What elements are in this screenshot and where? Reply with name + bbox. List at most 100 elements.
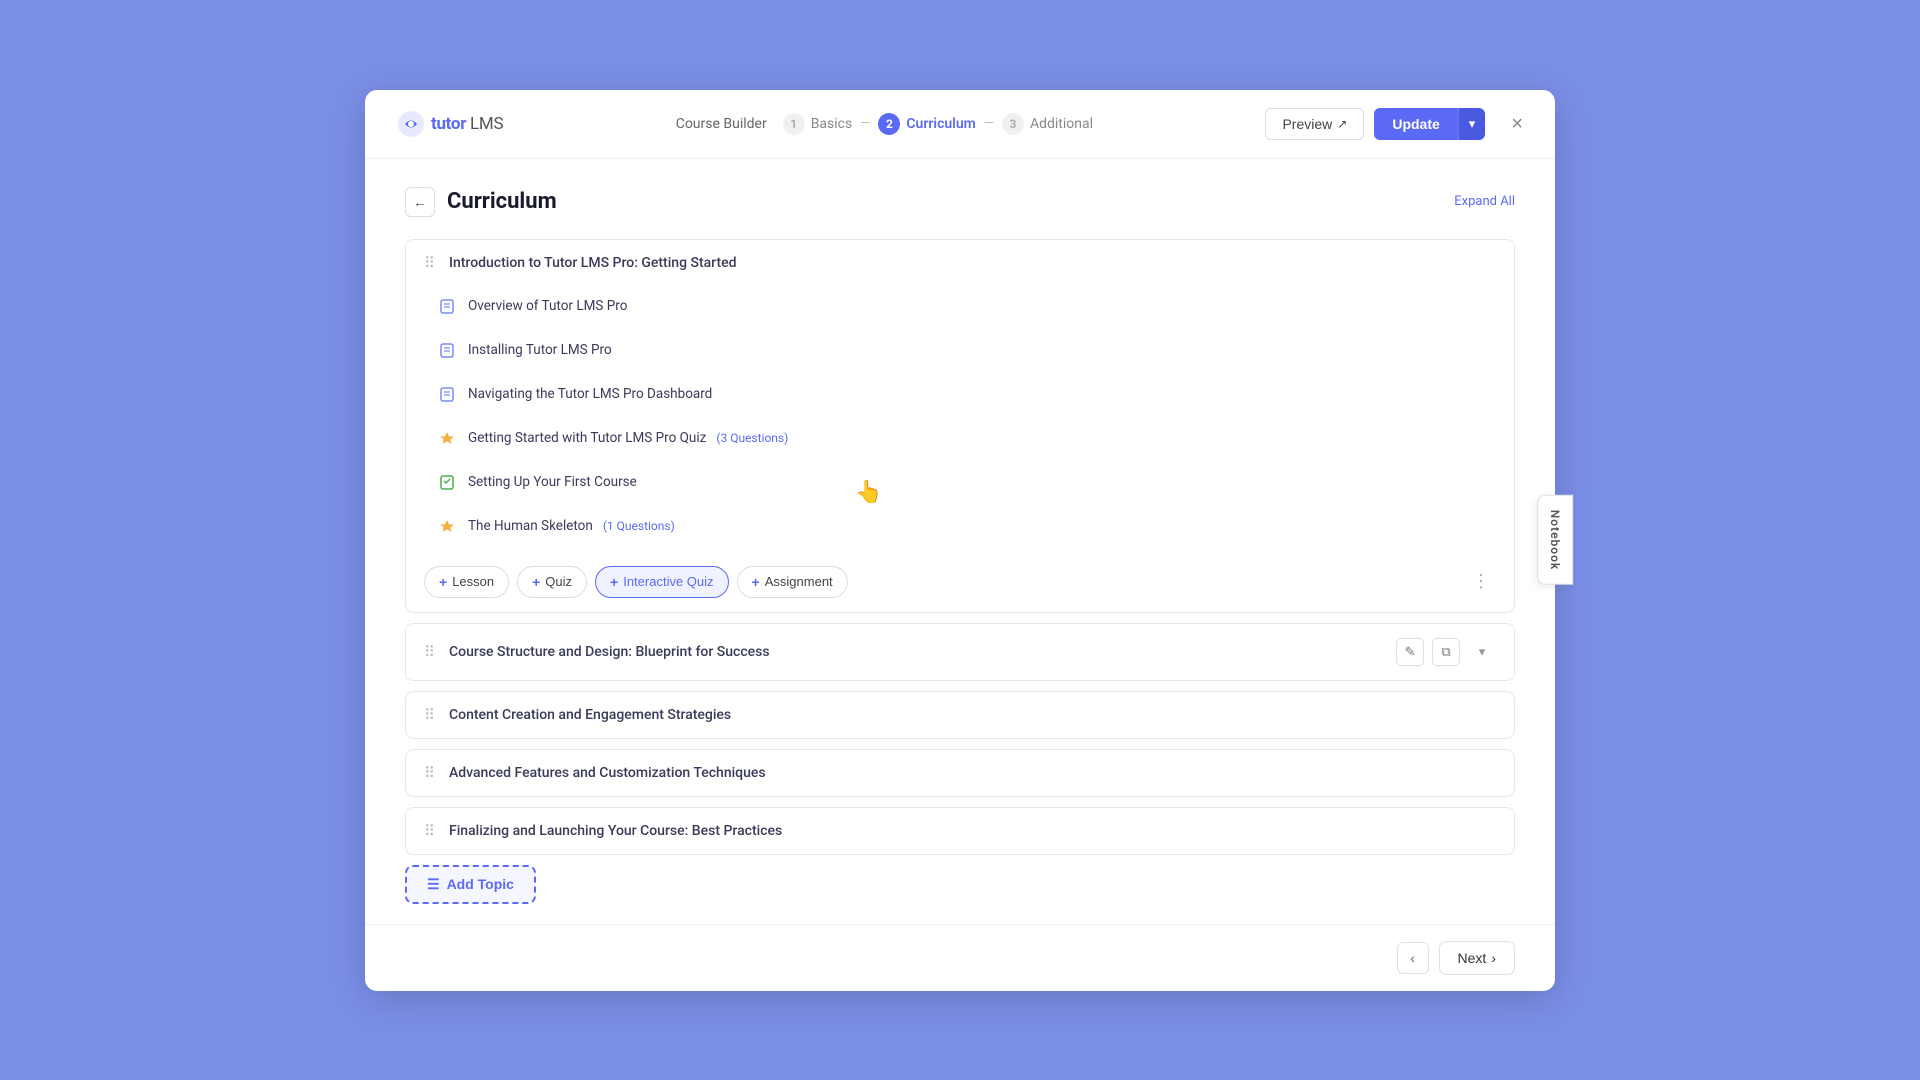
quiz-icon — [436, 515, 458, 537]
plus-icon: + — [532, 574, 540, 590]
step-1-num: 1 — [783, 113, 805, 135]
update-button-group: Update ▾ — [1374, 108, 1485, 140]
page-title: Curriculum — [447, 189, 557, 214]
notebook-tab[interactable]: Notebook — [1537, 495, 1573, 585]
add-lesson-button[interactable]: + Lesson — [424, 566, 509, 598]
modal-body: ← Curriculum Expand All ⠿ Introduction t… — [365, 159, 1555, 924]
topic-header-1[interactable]: ⠿ Introduction to Tutor LMS Pro: Getting… — [406, 240, 1514, 286]
notebook-label: Notebook — [1548, 510, 1562, 570]
topic-section-4: ⠿ Advanced Features and Customization Te… — [405, 749, 1515, 797]
topic-header-5[interactable]: ⠿ Finalizing and Launching Your Course: … — [406, 808, 1514, 854]
add-assignment-button[interactable]: + Assignment — [737, 566, 848, 598]
step-3-num: 3 — [1002, 113, 1024, 135]
previous-button[interactable]: ‹ — [1397, 942, 1429, 974]
drag-handle-2: ⠿ — [424, 643, 435, 661]
list-item[interactable]: The Human Skeleton (1 Questions) — [424, 506, 1496, 546]
logo-text: tutor LMS — [431, 114, 503, 134]
list-item[interactable]: Navigating the Tutor LMS Pro Dashboard — [424, 374, 1496, 414]
back-button[interactable]: ← — [405, 187, 435, 217]
step-3-label: Additional — [1030, 116, 1093, 132]
preview-button[interactable]: Preview ↗ — [1265, 108, 1364, 140]
modal-footer: ‹ Next › — [365, 924, 1555, 991]
add-topic-label: Add Topic — [447, 876, 514, 892]
topic-section-5: ⠿ Finalizing and Launching Your Course: … — [405, 807, 1515, 855]
curriculum-header: ← Curriculum Expand All — [405, 187, 1515, 217]
logo-icon — [397, 110, 425, 138]
copy-topic-button-2[interactable]: ⧉ — [1432, 638, 1460, 666]
topic-section-3: ⠿ Content Creation and Engagement Strate… — [405, 691, 1515, 739]
list-item[interactable]: Getting Started with Tutor LMS Pro Quiz … — [424, 418, 1496, 458]
add-quiz-button[interactable]: + Quiz — [517, 566, 587, 598]
add-quiz-label: Quiz — [545, 574, 572, 589]
expand-all-link[interactable]: Expand All — [1454, 194, 1515, 209]
drag-handle-3: ⠿ — [424, 706, 435, 724]
add-assignment-label: Assignment — [765, 574, 833, 589]
drag-handle-4: ⠿ — [424, 764, 435, 782]
lesson-name: The Human Skeleton — [468, 518, 593, 534]
lesson-list-1: Overview of Tutor LMS Pro Installing Tut… — [406, 286, 1514, 556]
lesson-name: Overview of Tutor LMS Pro — [468, 298, 627, 314]
add-interactive-quiz-label: Interactive Quiz — [623, 574, 713, 589]
update-dropdown-button[interactable]: ▾ — [1458, 108, 1486, 140]
add-lesson-label: Lesson — [452, 574, 494, 589]
topic-header-4[interactable]: ⠿ Advanced Features and Customization Te… — [406, 750, 1514, 796]
curriculum-title-row: ← Curriculum — [405, 187, 557, 217]
more-options-button[interactable]: ⋮ — [1466, 567, 1496, 597]
lesson-name: Installing Tutor LMS Pro — [468, 342, 612, 358]
breadcrumb-step-2[interactable]: 2 Curriculum — [878, 113, 975, 135]
list-item[interactable]: Setting Up Your First Course — [424, 462, 1496, 502]
list-item[interactable]: Overview of Tutor LMS Pro — [424, 286, 1496, 326]
lesson-badge: (1 Questions) — [603, 519, 675, 533]
collapse-topic-button-2[interactable]: ▾ — [1468, 638, 1496, 666]
preview-label: Preview — [1282, 116, 1332, 132]
lesson-name: Setting Up Your First Course — [468, 474, 637, 490]
close-button[interactable]: × — [1511, 114, 1523, 134]
topic-name-3: Content Creation and Engagement Strategi… — [449, 707, 1496, 723]
breadcrumb-step-1[interactable]: 1 Basics — [783, 113, 853, 135]
topic-actions-2: ✎ ⧉ ▾ — [1396, 638, 1496, 666]
lesson-name: Getting Started with Tutor LMS Pro Quiz — [468, 430, 706, 446]
breadcrumb: Course Builder 1 Basics — 2 Curriculum —… — [676, 113, 1093, 135]
topic-name-4: Advanced Features and Customization Tech… — [449, 765, 1496, 781]
chevron-right-icon: › — [1491, 950, 1496, 966]
topic-name-5: Finalizing and Launching Your Course: Be… — [449, 823, 1496, 839]
lesson-icon — [436, 383, 458, 405]
next-label: Next — [1458, 950, 1487, 966]
logo: tutor LMS — [397, 110, 503, 138]
plus-icon: + — [610, 574, 618, 590]
external-icon: ↗ — [1337, 117, 1347, 131]
next-button[interactable]: Next › — [1439, 941, 1515, 975]
modal-header: tutor LMS Course Builder 1 Basics — 2 Cu… — [365, 90, 1555, 159]
add-interactive-quiz-button[interactable]: + Interactive Quiz — [595, 566, 729, 598]
add-topic-icon: ☰ — [427, 876, 440, 893]
topic-section-2: ⠿ Course Structure and Design: Blueprint… — [405, 623, 1515, 681]
header-actions: Preview ↗ Update ▾ × — [1265, 108, 1523, 140]
plus-icon: + — [439, 574, 447, 590]
add-topic-button[interactable]: ☰ Add Topic — [405, 865, 536, 904]
course-builder-label: Course Builder — [676, 116, 767, 132]
lesson-icon — [436, 295, 458, 317]
lesson-badge: (3 Questions) — [716, 431, 788, 445]
sep-1: — — [860, 116, 870, 131]
step-2-label: Curriculum — [906, 116, 975, 132]
edit-topic-button-2[interactable]: ✎ — [1396, 638, 1424, 666]
update-button[interactable]: Update — [1374, 108, 1457, 140]
topic-section-1: ⠿ Introduction to Tutor LMS Pro: Getting… — [405, 239, 1515, 613]
assignment-icon — [436, 471, 458, 493]
topic-header-2[interactable]: ⠿ Course Structure and Design: Blueprint… — [406, 624, 1514, 680]
list-item[interactable]: Installing Tutor LMS Pro — [424, 330, 1496, 370]
quiz-icon — [436, 427, 458, 449]
breadcrumb-step-3[interactable]: 3 Additional — [1002, 113, 1093, 135]
drag-handle-5: ⠿ — [424, 822, 435, 840]
step-2-num: 2 — [878, 113, 900, 135]
topic-header-3[interactable]: ⠿ Content Creation and Engagement Strate… — [406, 692, 1514, 738]
drag-handle-1: ⠿ — [424, 254, 435, 272]
step-1-label: Basics — [811, 116, 853, 132]
chevron-left-icon: ‹ — [1410, 950, 1415, 966]
plus-icon: + — [752, 574, 760, 590]
sep-2: — — [984, 116, 994, 131]
topic-name-1: Introduction to Tutor LMS Pro: Getting S… — [449, 255, 1496, 271]
lesson-icon — [436, 339, 458, 361]
topic-name-2: Course Structure and Design: Blueprint f… — [449, 644, 1386, 660]
add-content-row-1: + Lesson + Quiz + Interactive Quiz + Ass… — [406, 556, 1514, 612]
